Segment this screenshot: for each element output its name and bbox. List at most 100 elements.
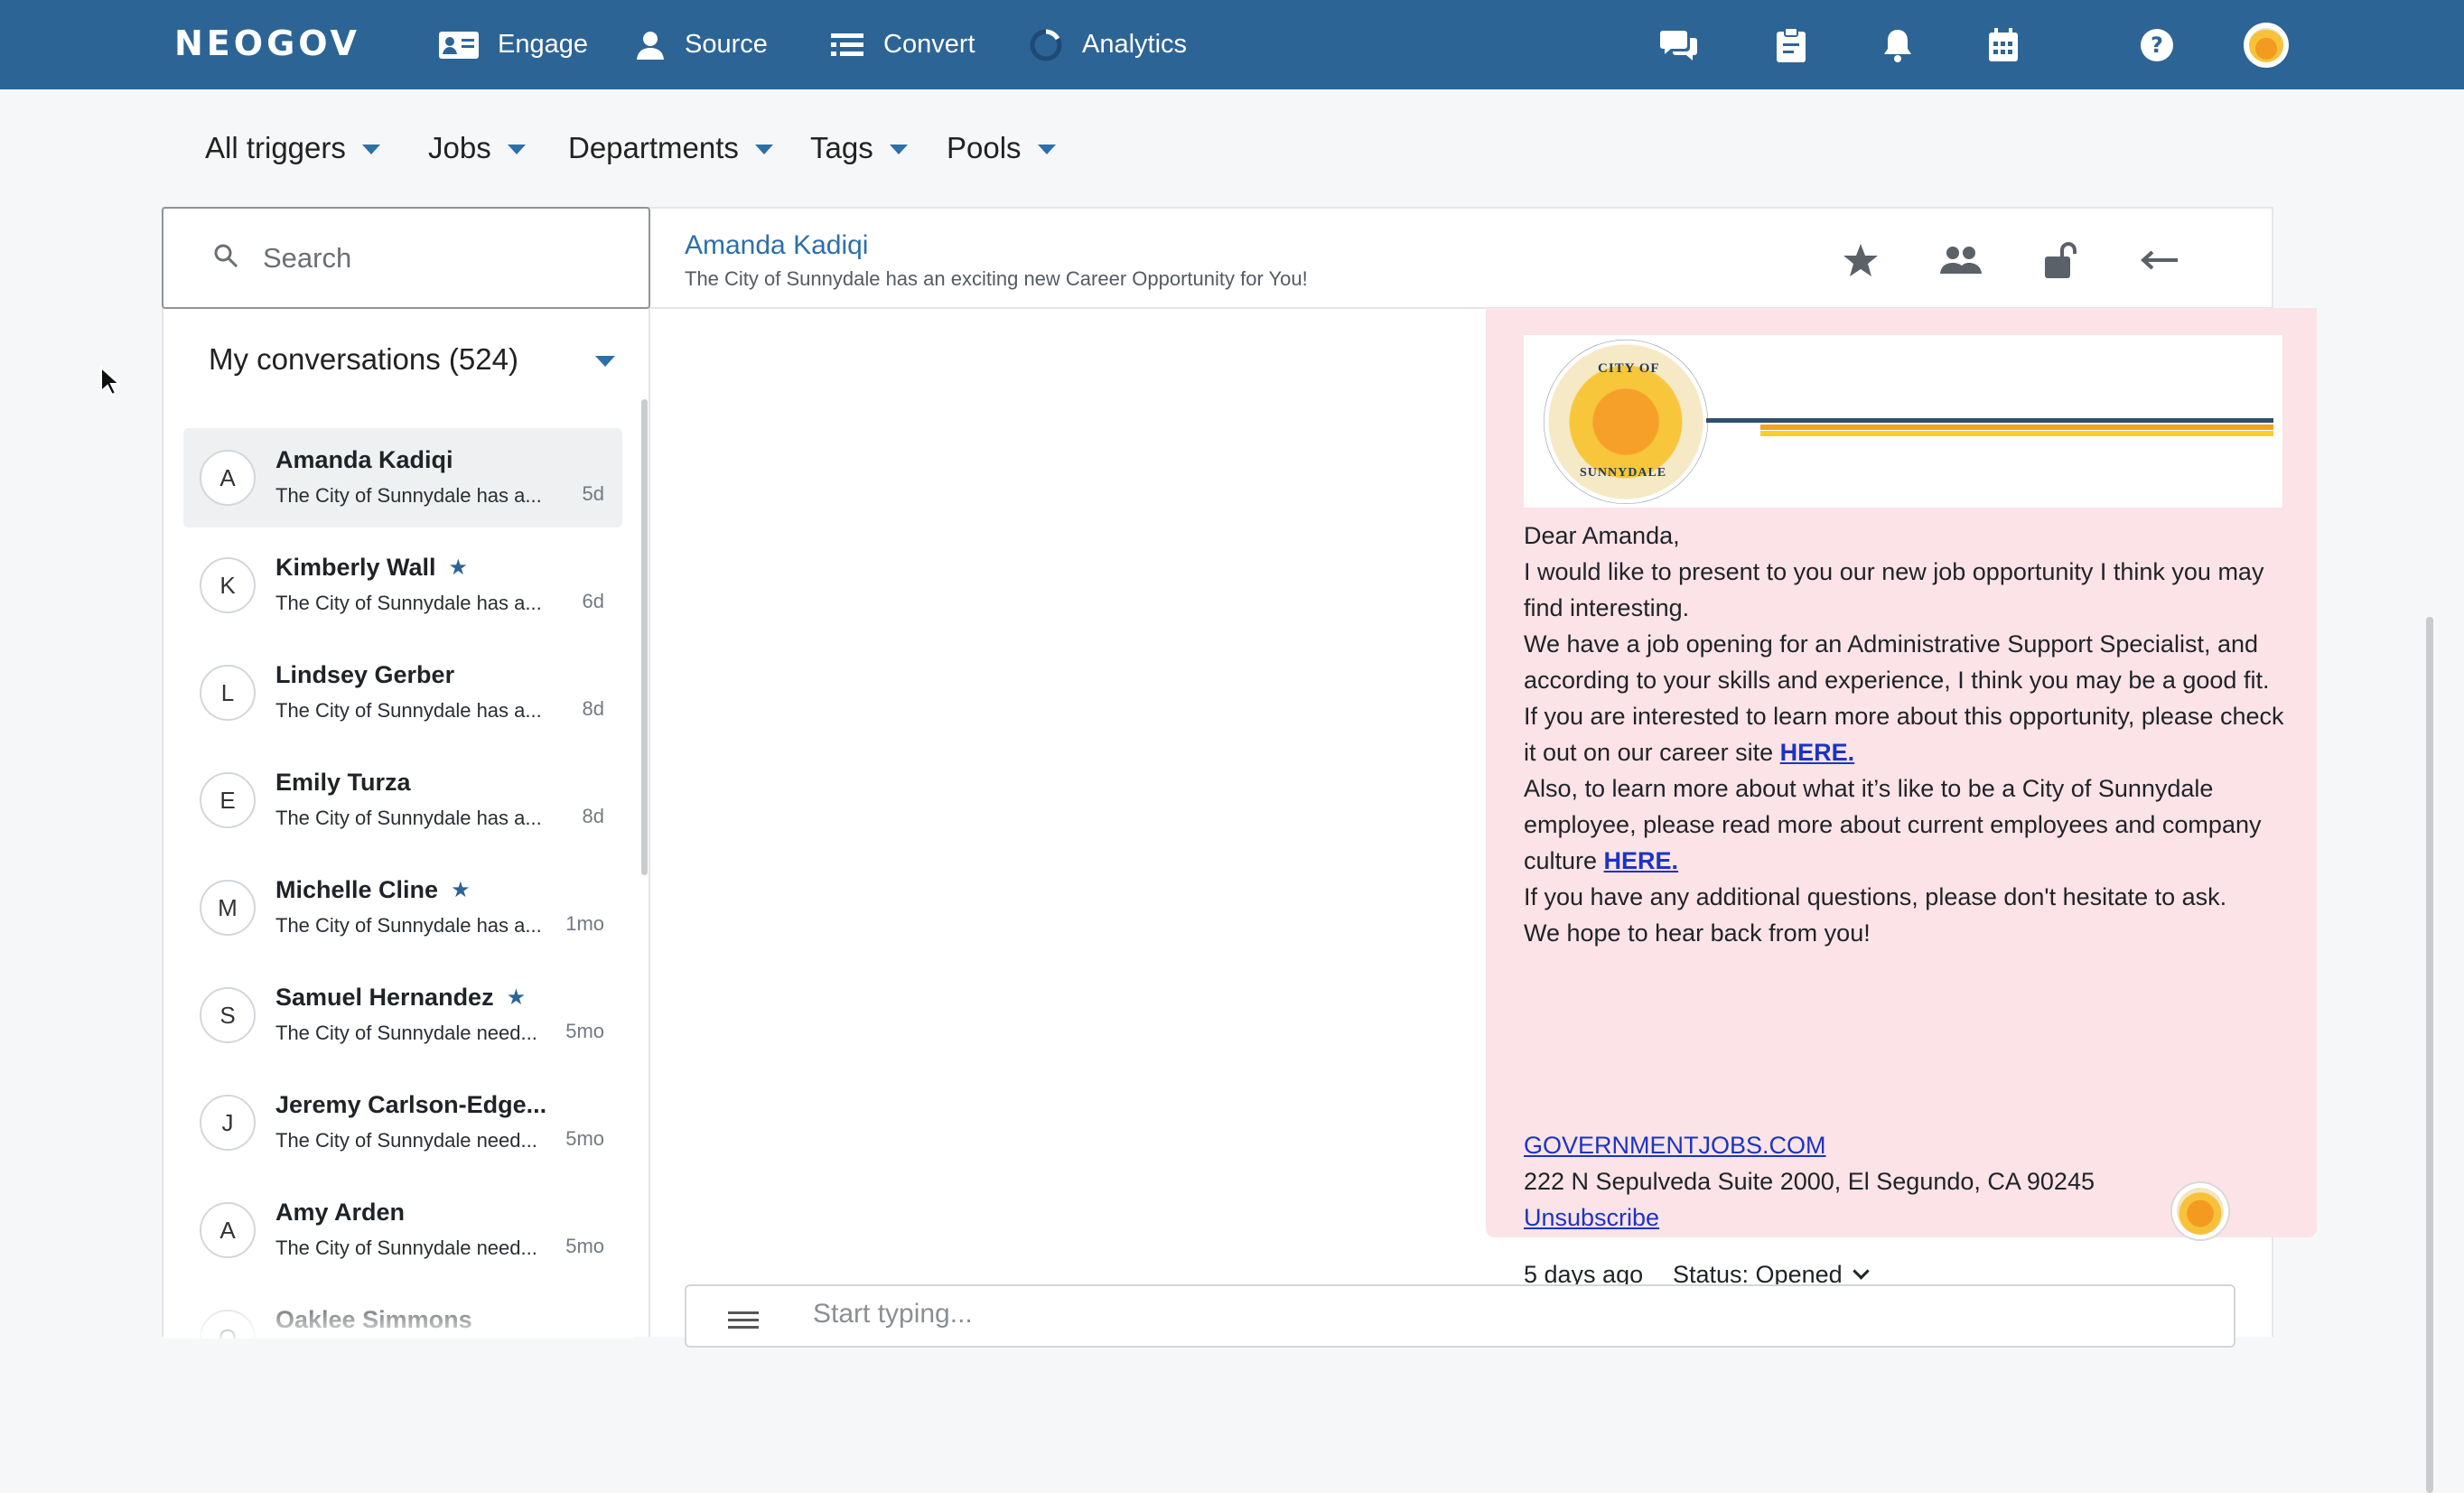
conversation-preview: The City of Sunnydale need...: [275, 1236, 537, 1259]
star-icon: ★: [451, 878, 471, 902]
my-conversations-dropdown[interactable]: My conversations (524): [209, 337, 624, 382]
conversation-preview: The City of Sunnydale has a...: [275, 484, 542, 507]
contact-initial-avatar: K: [200, 557, 256, 613]
contact-name-link[interactable]: Amanda Kadiqi: [685, 230, 868, 261]
hamburger-menu-icon[interactable]: [728, 1311, 759, 1330]
contact-name: Samuel Hernandez: [275, 984, 494, 1011]
conversation-preview: The City of Sunnydale has a...: [275, 592, 542, 614]
bell-icon[interactable]: [1877, 24, 1918, 66]
governmentjobs-link[interactable]: GOVERNMENTJOBS.COM: [1524, 1132, 1826, 1160]
chevron-down-icon: [1037, 145, 1056, 154]
my-conversations-label: My conversations (524): [209, 342, 518, 376]
filter-departments[interactable]: Departments: [568, 128, 773, 168]
chat-bubbles-icon[interactable]: [1658, 24, 1700, 66]
people-icon[interactable]: [1937, 236, 1985, 285]
conversation-subject: The City of Sunnydale has an exciting ne…: [685, 267, 1308, 290]
top-navigation-bar: NEOGOV Engage Source Convert Analytics ?: [0, 0, 2464, 89]
contact-initial-avatar: A: [200, 1202, 256, 1258]
contact-name: Oaklee Simmons: [275, 1306, 472, 1333]
unlock-icon[interactable]: [2036, 236, 2085, 285]
calendar-icon[interactable]: [1983, 24, 2024, 66]
conversation-contact-name: Amanda Kadiqi: [275, 446, 453, 474]
message-composer: [685, 1284, 2235, 1348]
contact-name: Amanda Kadiqi: [275, 446, 453, 473]
chat-scrollbar[interactable]: [2426, 617, 2433, 1493]
filter-pools-label: Pools: [947, 131, 1022, 164]
conversation-item[interactable]: L Lindsey Gerber The City of Sunnydale has…: [183, 643, 622, 742]
back-arrow-icon[interactable]: [2135, 236, 2184, 285]
clipboard-icon[interactable]: [1770, 24, 1812, 66]
person-icon: [634, 30, 667, 61]
conversation-time: 8d: [582, 697, 604, 720]
filter-jobs[interactable]: Jobs: [428, 128, 526, 168]
conversation-sidebar: My conversations (524) A Amanda Kadiqi The…: [162, 207, 650, 1339]
search-input[interactable]: [263, 241, 606, 275]
inbox-panel: My conversations (524) A Amanda Kadiqi The…: [162, 207, 2433, 1493]
conversation-item[interactable]: OOaklee SimmonsThe City of Sunnydale nee…: [183, 1288, 622, 1339]
conversation-item[interactable]: M Michelle Cline ★ The City of Sunnydale ha…: [183, 858, 622, 957]
email-message: CITY OF SUNNYDALE Dear Amanda, I would l…: [1486, 308, 2317, 1288]
contact-initial-avatar: A: [200, 450, 256, 506]
filter-pools[interactable]: Pools: [947, 128, 1056, 168]
sun-logo-icon: [2249, 28, 2283, 62]
filter-all-triggers[interactable]: All triggers: [205, 128, 380, 168]
message-input[interactable]: [813, 1299, 2077, 1330]
message-text: If you are interested to learn more abou…: [1524, 703, 2284, 766]
message-paragraph: We hope to hear back from you!: [1524, 919, 1871, 947]
star-icon[interactable]: [1836, 236, 1885, 285]
conversation-item[interactable]: K Kimberly Wall ★ The City of Sunnydale has…: [183, 536, 622, 635]
banner-stripe: [1760, 425, 2273, 430]
contact-initial-avatar: J: [200, 1095, 256, 1151]
chevron-down-icon: [595, 355, 615, 367]
filter-departments-label: Departments: [568, 131, 739, 164]
conversation-time: 8d: [582, 805, 604, 827]
nav-engage[interactable]: Engage: [438, 0, 588, 89]
culture-link[interactable]: HERE.: [1604, 847, 1679, 874]
unsubscribe-link[interactable]: Unsubscribe: [1524, 1204, 1659, 1232]
contact-initial-avatar: L: [200, 665, 256, 721]
conversation-contact-name: Lindsey Gerber: [275, 661, 454, 689]
conversation-item[interactable]: A Amy Arden The City of Sunnydale need... 5…: [183, 1180, 622, 1280]
message-paragraph: Also, to learn more about what it’s like…: [1524, 770, 2291, 879]
nav-source[interactable]: Source: [634, 0, 768, 89]
nav-analytics[interactable]: Analytics: [1028, 0, 1187, 89]
conversation-item[interactable]: E Emily Turza The City of Sunnydale has a.…: [183, 751, 622, 850]
contact-name: Michelle Cline: [275, 876, 439, 903]
message-paragraph: I would like to present to you our new j…: [1524, 558, 2264, 621]
greeting: Dear Amanda,: [1524, 522, 1680, 549]
conversation-item[interactable]: A Amanda Kadiqi The City of Sunnydale has …: [183, 428, 622, 527]
message-body: Dear Amanda, I would like to present to …: [1524, 518, 2291, 951]
nav-convert[interactable]: Convert: [829, 0, 975, 89]
help-icon[interactable]: ?: [2136, 24, 2178, 66]
city-banner: CITY OF SUNNYDALE: [1524, 335, 2282, 508]
conversation-preview: The City of Sunnydale has a...: [275, 807, 542, 829]
nav-analytics-label: Analytics: [1082, 30, 1188, 59]
search-box: [162, 207, 650, 309]
career-site-link[interactable]: HERE.: [1780, 739, 1855, 766]
contact-initial-avatar: E: [200, 772, 256, 828]
contact-name: Jeremy Carlson-Edge...: [275, 1091, 547, 1118]
contact-initial-avatar: M: [200, 880, 256, 936]
search-icon: [212, 242, 239, 274]
id-card-icon: [438, 30, 480, 61]
conversation-time: 6d: [582, 590, 604, 612]
nav-source-label: Source: [685, 30, 768, 59]
star-icon: ★: [506, 985, 527, 1010]
city-seal-icon: [2177, 1188, 2224, 1235]
filter-tags[interactable]: Tags: [810, 128, 908, 168]
nav-engage-label: Engage: [498, 30, 588, 59]
list-icon: [829, 31, 865, 60]
conversation-time: 5mo: [565, 1020, 604, 1042]
conversation-contact-name: Oaklee Simmons: [275, 1306, 472, 1334]
conversation-contact-name: Kimberly Wall ★: [275, 554, 468, 582]
neogov-logo[interactable]: NEOGOV: [174, 23, 360, 63]
contact-name: Kimberly Wall: [275, 554, 436, 581]
conversation-list-scrollbar[interactable]: [641, 399, 648, 875]
chevron-down-icon: [754, 145, 773, 154]
contact-name: Lindsey Gerber: [275, 661, 455, 688]
conversation-item[interactable]: J Jeremy Carlson-Edge... The City of Sunny…: [183, 1073, 622, 1172]
user-avatar[interactable]: [2244, 23, 2289, 68]
conversation-header: Amanda Kadiqi The City of Sunnydale has …: [650, 209, 2273, 309]
conversation-item[interactable]: S Samuel Hernandez ★ The City of Sunnydale …: [183, 966, 622, 1065]
conversation-preview: The City of Sunnydale need...: [275, 1129, 537, 1152]
